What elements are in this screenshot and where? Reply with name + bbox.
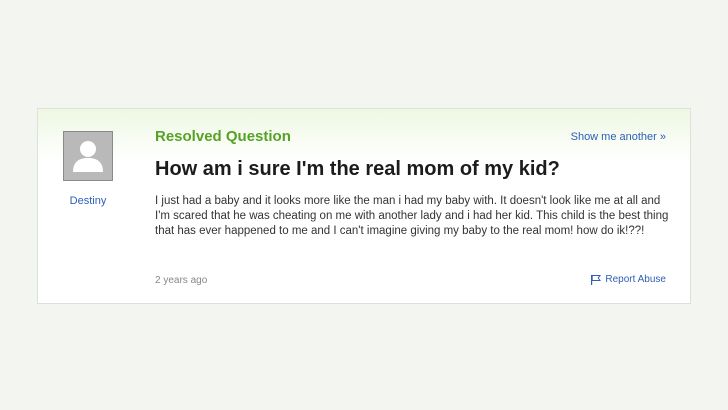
question-timestamp: 2 years ago [155, 275, 208, 286]
resolved-question-label: Resolved Question [155, 128, 291, 145]
question-body: I just had a baby and it looks more like… [155, 195, 669, 237]
show-another-link[interactable]: Show me another » [571, 131, 666, 143]
asker-name-link[interactable]: Destiny [50, 195, 126, 207]
flag-icon [590, 274, 602, 285]
question-title: How am i sure I'm the real mom of my kid… [155, 158, 560, 180]
user-avatar-icon[interactable] [63, 131, 113, 181]
question-card: Destiny Resolved Question Show me anothe… [37, 108, 691, 304]
report-abuse-link[interactable]: Report Abuse [590, 274, 666, 285]
report-abuse-label: Report Abuse [605, 274, 666, 285]
